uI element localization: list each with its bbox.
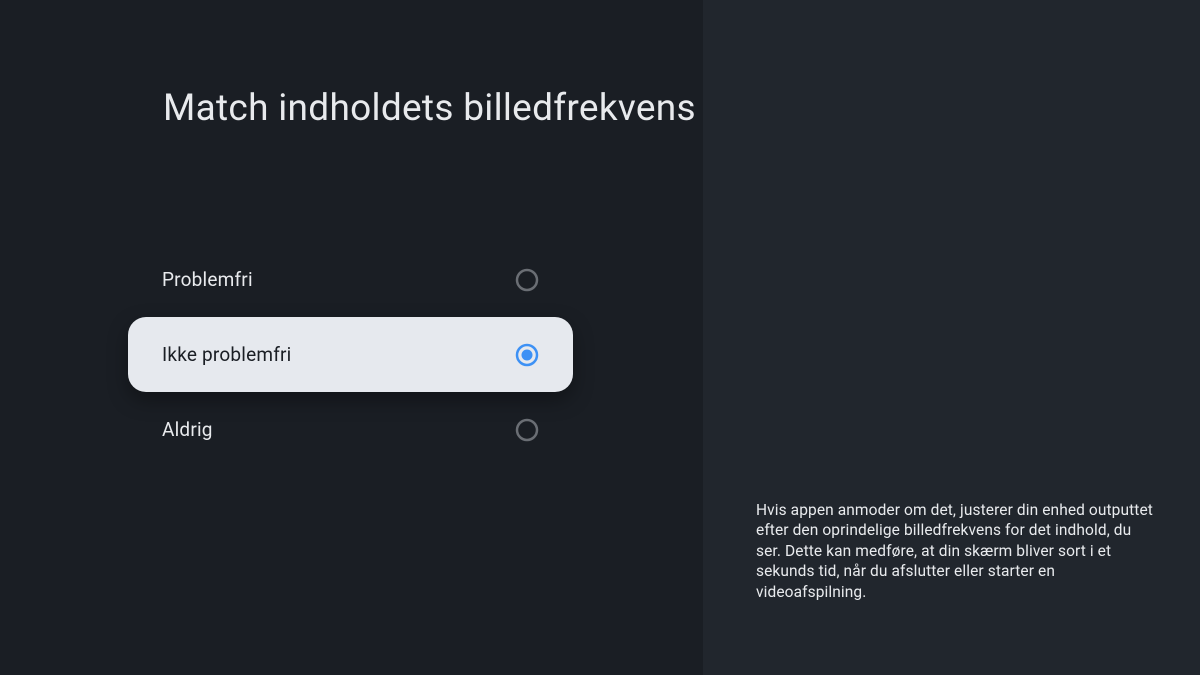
- option-never[interactable]: Aldrig: [128, 392, 573, 467]
- info-panel: Hvis appen anmoder om det, justerer din …: [703, 0, 1200, 675]
- page-title: Match indholdets billedfrekvens: [163, 85, 696, 132]
- option-label: Aldrig: [162, 418, 213, 441]
- radio-unchecked-icon: [515, 418, 539, 442]
- option-label: Ikke problemfri: [162, 343, 291, 366]
- setting-description: Hvis appen anmoder om det, justerer din …: [756, 500, 1156, 602]
- settings-panel: Match indholdets billedfrekvens Problemf…: [0, 0, 703, 675]
- radio-unchecked-icon: [515, 268, 539, 292]
- option-seamless[interactable]: Problemfri: [128, 242, 573, 317]
- option-label: Problemfri: [162, 268, 253, 291]
- option-non-seamless[interactable]: Ikke problemfri: [128, 317, 573, 392]
- options-list: Problemfri Ikke problemfri Aldrig: [128, 242, 573, 467]
- radio-checked-icon: [515, 343, 539, 367]
